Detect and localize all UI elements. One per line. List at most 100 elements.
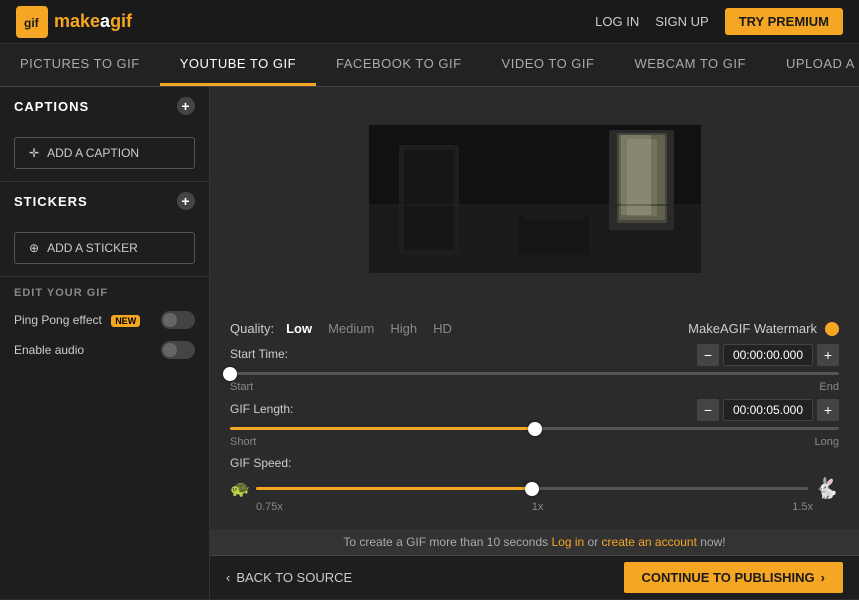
start-time-plus[interactable]: + [817, 344, 839, 366]
footer: ‹ BACK TO SOURCE CONTINUE TO PUBLISHING … [210, 555, 859, 599]
signup-link[interactable]: SIGN UP [655, 14, 708, 29]
video-area [210, 87, 859, 311]
speed-label-1: 1x [532, 501, 544, 513]
end-label: End [819, 381, 839, 393]
enable-audio-toggle[interactable] [161, 341, 195, 359]
start-time-label: Start Time: [230, 347, 288, 361]
gif-speed-thumb[interactable] [525, 482, 539, 496]
logo-text: makeagif [54, 11, 132, 32]
edit-section: EDIT YOUR GIF Ping Pong effect NEW Enabl… [0, 277, 209, 381]
gif-length-value: 00:00:05.000 [723, 399, 813, 421]
add-sticker-label: ADD A STICKER [47, 241, 138, 255]
gif-length-minus[interactable]: − [697, 399, 719, 421]
tab-youtube[interactable]: YOUTUBE TO GIF [160, 44, 316, 86]
login-link-info[interactable]: Log in [551, 535, 584, 549]
quality-hd[interactable]: HD [433, 321, 452, 336]
continue-button[interactable]: CONTINUE TO PUBLISHING › [624, 562, 843, 593]
ping-pong-toggle[interactable] [161, 311, 195, 329]
gif-length-labels: Short Long [230, 436, 839, 448]
quality-row: Quality: Low Medium High HD MakeAGIF Wat… [230, 321, 839, 336]
header: gif makeagif LOG IN SIGN UP TRY PREMIUM [0, 0, 859, 44]
quality-label: Quality: [230, 321, 274, 336]
short-label: Short [230, 436, 256, 448]
captions-section: CAPTIONS + ✛ ADD A CAPTION [0, 87, 209, 182]
gif-speed-labels: 0.75x 1x 1.5x [230, 501, 839, 513]
captions-header[interactable]: CAPTIONS + [0, 87, 209, 125]
info-bar: To create a GIF more than 10 seconds Log… [210, 529, 859, 555]
gif-length-label: GIF Length: [230, 402, 293, 416]
stickers-add-icon[interactable]: + [177, 192, 195, 210]
edit-section-title: EDIT YOUR GIF [14, 287, 195, 299]
start-time-track [230, 372, 839, 375]
gif-length-track [230, 427, 839, 430]
gif-speed-track [256, 487, 808, 490]
captions-add-icon[interactable]: + [177, 97, 195, 115]
stickers-section: STICKERS + ⊕ ADD A STICKER [0, 182, 209, 277]
tab-pictures[interactable]: PICTURES TO GIF [0, 44, 160, 86]
content: Quality: Low Medium High HD MakeAGIF Wat… [210, 87, 859, 599]
gif-speed-row: GIF Speed: 🐢 🐇 0.75x 1x 1.5x [230, 454, 839, 513]
start-time-value: 00:00:00.000 [723, 344, 813, 366]
watermark-toggle[interactable] [825, 322, 839, 336]
start-label: Start [230, 381, 253, 393]
back-arrow-icon: ‹ [226, 570, 230, 585]
tab-facebook[interactable]: FACEBOOK TO GIF [316, 44, 482, 86]
tab-webcam[interactable]: WEBCAM TO GIF [614, 44, 765, 86]
enable-audio-label: Enable audio [14, 343, 84, 357]
nav-tabs: PICTURES TO GIF YOUTUBE TO GIF FACEBOOK … [0, 44, 859, 87]
gif-length-thumb[interactable] [528, 422, 542, 436]
start-time-thumb[interactable] [223, 367, 237, 381]
caption-icon: ✛ [29, 146, 39, 160]
stickers-label: STICKERS [14, 194, 88, 209]
back-label: BACK TO SOURCE [236, 570, 352, 585]
speed-fast-icon: 🐇 [814, 476, 839, 501]
gif-length-fill [230, 427, 535, 430]
start-time-minus[interactable]: − [697, 344, 719, 366]
continue-label: CONTINUE TO PUBLISHING [642, 570, 815, 585]
header-nav: LOG IN SIGN UP TRY PREMIUM [595, 8, 843, 35]
svg-text:gif: gif [24, 16, 40, 30]
quality-medium[interactable]: Medium [328, 321, 374, 336]
tab-video[interactable]: VIDEO TO GIF [482, 44, 615, 86]
quality-low[interactable]: Low [286, 321, 312, 336]
start-time-labels: Start End [230, 381, 839, 393]
tab-upload[interactable]: UPLOAD A GIF [766, 44, 859, 86]
gif-speed-label: GIF Speed: [230, 456, 291, 470]
ping-pong-row: Ping Pong effect NEW [14, 311, 195, 329]
speed-label-075: 0.75x [256, 501, 283, 513]
info-text-mid: or [584, 535, 601, 549]
captions-label: CAPTIONS [14, 99, 89, 114]
add-caption-label: ADD A CAPTION [47, 146, 139, 160]
ping-pong-label: Ping Pong effect NEW [14, 313, 140, 327]
logo: gif makeagif [16, 6, 132, 38]
premium-button[interactable]: TRY PREMIUM [725, 8, 843, 35]
speed-slow-icon: 🐢 [230, 479, 250, 499]
quality-high[interactable]: High [390, 321, 417, 336]
gif-speed-fill [256, 487, 532, 490]
enable-audio-row: Enable audio [14, 341, 195, 359]
start-time-row: Start Time: − 00:00:00.000 + Start End [230, 344, 839, 393]
video-preview [369, 125, 701, 273]
start-time-input: − 00:00:00.000 + [697, 344, 839, 366]
login-link[interactable]: LOG IN [595, 14, 639, 29]
info-text-after: now! [697, 535, 726, 549]
speed-label-15: 1.5x [792, 501, 813, 513]
logo-icon: gif [16, 6, 48, 38]
controls: Quality: Low Medium High HD MakeAGIF Wat… [210, 311, 859, 529]
gif-length-row: GIF Length: − 00:00:05.000 + Short Long [230, 399, 839, 448]
gif-length-input: − 00:00:05.000 + [697, 399, 839, 421]
sticker-icon: ⊕ [29, 241, 39, 255]
sidebar: CAPTIONS + ✛ ADD A CAPTION STICKERS + ⊕ … [0, 87, 210, 599]
long-label: Long [815, 436, 839, 448]
create-account-link[interactable]: create an account [602, 535, 697, 549]
back-button[interactable]: ‹ BACK TO SOURCE [226, 570, 352, 585]
main: CAPTIONS + ✛ ADD A CAPTION STICKERS + ⊕ … [0, 87, 859, 599]
continue-arrow-icon: › [821, 570, 825, 585]
add-sticker-button[interactable]: ⊕ ADD A STICKER [14, 232, 195, 264]
info-text-before: To create a GIF more than 10 seconds [343, 535, 551, 549]
add-caption-button[interactable]: ✛ ADD A CAPTION [14, 137, 195, 169]
watermark-row: MakeAGIF Watermark [688, 321, 839, 336]
gif-length-plus[interactable]: + [817, 399, 839, 421]
stickers-header[interactable]: STICKERS + [0, 182, 209, 220]
new-badge: NEW [111, 315, 140, 327]
